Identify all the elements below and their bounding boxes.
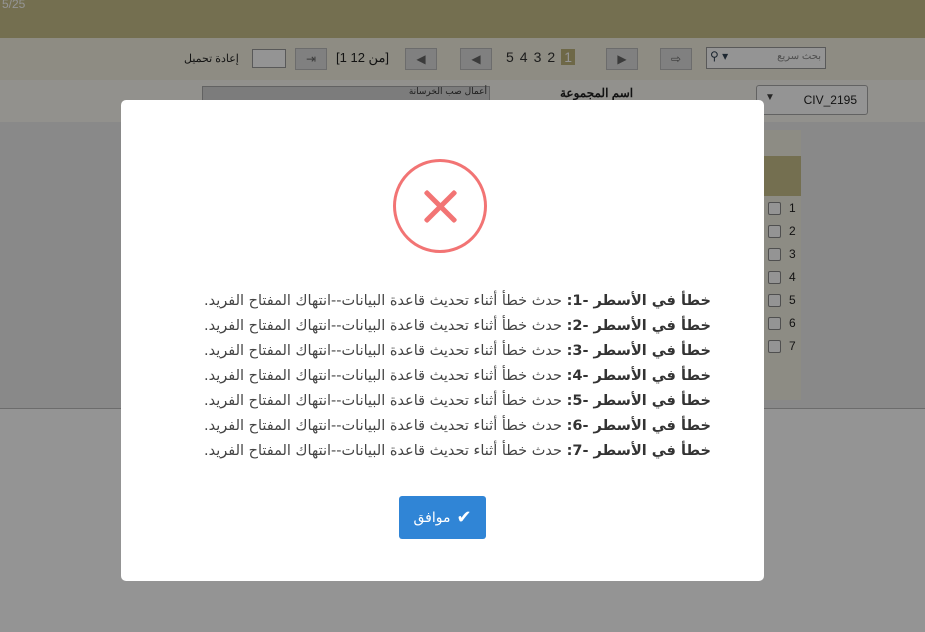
error-line-text: حدث خطأ أثناء تحديث قاعدة البيانات--انته… bbox=[203, 343, 567, 359]
error-message-line: خطأ في الأسطر -1: حدث خطأ أثناء تحديث قا… bbox=[161, 289, 711, 314]
error-x-icon bbox=[393, 159, 487, 253]
error-line-prefix: خطأ في الأسطر -6: bbox=[566, 418, 711, 434]
error-line-prefix: خطأ في الأسطر -3: bbox=[566, 343, 711, 359]
error-line-text: حدث خطأ أثناء تحديث قاعدة البيانات--انته… bbox=[203, 443, 567, 459]
error-message-line: خطأ في الأسطر -6: حدث خطأ أثناء تحديث قا… bbox=[161, 414, 711, 439]
error-message-line: خطأ في الأسطر -5: حدث خطأ أثناء تحديث قا… bbox=[161, 389, 711, 414]
error-line-prefix: خطأ في الأسطر -1: bbox=[566, 293, 711, 309]
error-line-text: حدث خطأ أثناء تحديث قاعدة البيانات--انته… bbox=[203, 318, 567, 334]
error-line-prefix: خطأ في الأسطر -7: bbox=[566, 443, 711, 459]
error-message-line: خطأ في الأسطر -7: حدث خطأ أثناء تحديث قا… bbox=[161, 439, 711, 464]
error-messages: خطأ في الأسطر -1: حدث خطأ أثناء تحديث قا… bbox=[161, 289, 711, 464]
error-line-text: حدث خطأ أثناء تحديث قاعدة البيانات--انته… bbox=[203, 418, 567, 434]
error-line-prefix: خطأ في الأسطر -5: bbox=[566, 393, 711, 409]
error-dialog: خطأ في الأسطر -1: حدث خطأ أثناء تحديث قا… bbox=[121, 100, 764, 581]
error-message-line: خطأ في الأسطر -3: حدث خطأ أثناء تحديث قا… bbox=[161, 339, 711, 364]
check-icon: ✔ bbox=[456, 507, 472, 528]
error-message-line: خطأ في الأسطر -2: حدث خطأ أثناء تحديث قا… bbox=[161, 314, 711, 339]
error-line-prefix: خطأ في الأسطر -4: bbox=[566, 368, 711, 384]
error-line-text: حدث خطأ أثناء تحديث قاعدة البيانات--انته… bbox=[203, 293, 567, 309]
ok-button[interactable]: ✔ موافق bbox=[399, 496, 486, 539]
ok-button-label: موافق bbox=[413, 509, 451, 526]
error-line-text: حدث خطأ أثناء تحديث قاعدة البيانات--انته… bbox=[203, 368, 567, 384]
error-line-text: حدث خطأ أثناء تحديث قاعدة البيانات--انته… bbox=[203, 393, 567, 409]
error-line-prefix: خطأ في الأسطر -2: bbox=[566, 318, 711, 334]
error-message-line: خطأ في الأسطر -4: حدث خطأ أثناء تحديث قا… bbox=[161, 364, 711, 389]
